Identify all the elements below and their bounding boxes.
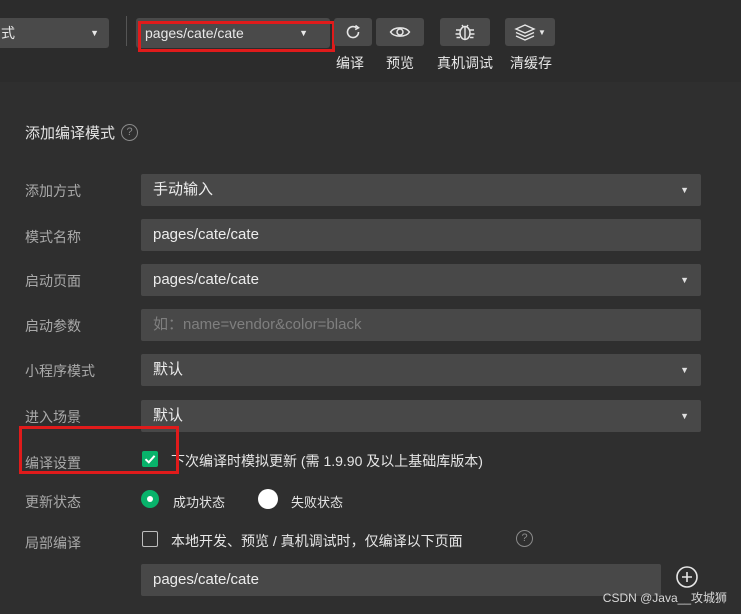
simulate-update-checkbox[interactable] xyxy=(142,451,158,467)
preview-label: 预览 xyxy=(386,55,414,71)
update-status-label: 更新状态 xyxy=(25,494,81,510)
radio-success[interactable] xyxy=(141,490,159,508)
mini-mode-label: 小程序模式 xyxy=(25,363,95,379)
start-page-label: 启动页面 xyxy=(25,273,81,289)
page-select-value: pages/cate/cate xyxy=(145,25,244,41)
add-circle-icon[interactable] xyxy=(675,565,699,589)
scene-select[interactable]: 默认 ▼ xyxy=(141,400,701,432)
section-title: 添加编译模式 ? xyxy=(25,122,139,143)
toolbar: 式 ▼ pages/cate/cate ▼ ▼ 编译 预览 真机调试 清缓存 xyxy=(0,0,741,82)
remote-debug-button[interactable] xyxy=(440,18,490,46)
refresh-icon xyxy=(346,24,360,39)
preview-button[interactable] xyxy=(376,18,424,46)
mode-name-input[interactable]: pages/cate/cate xyxy=(141,219,701,251)
mode-name-label: 模式名称 xyxy=(25,229,81,245)
radio-success-label: 成功状态 xyxy=(173,495,226,510)
mode-name-value: pages/cate/cate xyxy=(153,226,259,243)
start-page-value: pages/cate/cate xyxy=(153,271,259,288)
start-params-input[interactable]: 如：name=vendor&color=black xyxy=(141,309,701,341)
partial-compile-page-value: pages/cate/cate xyxy=(153,571,259,588)
scene-label: 进入场景 xyxy=(25,409,81,425)
clear-cache-button[interactable]: ▼ xyxy=(505,18,555,46)
chevron-down-icon: ▼ xyxy=(680,185,689,195)
compile-mode-select[interactable]: 式 ▼ xyxy=(0,18,109,48)
page-select[interactable]: pages/cate/cate ▼ xyxy=(136,18,330,48)
radio-fail[interactable] xyxy=(258,489,278,509)
mini-mode-value: 默认 xyxy=(153,361,184,378)
add-method-select[interactable]: 手动输入 ▼ xyxy=(141,174,701,206)
compile-mode-value: 式 xyxy=(1,25,15,41)
radio-fail-label: 失败状态 xyxy=(291,495,344,510)
chevron-down-icon: ▼ xyxy=(538,27,546,37)
toolbar-divider xyxy=(126,16,127,46)
add-method-label: 添加方式 xyxy=(25,183,81,199)
partial-compile-text: 本地开发、预览 / 真机调试时，仅编译以下页面 xyxy=(171,533,463,549)
simulate-update-text: 下次编译时模拟更新 (需 1.9.90 及以上基础库版本) xyxy=(171,453,483,469)
compile-label: 编译 xyxy=(336,55,364,71)
chevron-down-icon: ▼ xyxy=(680,411,689,421)
scene-value: 默认 xyxy=(153,407,184,424)
help-icon[interactable]: ? xyxy=(121,124,139,141)
mini-mode-select[interactable]: 默认 ▼ xyxy=(141,354,701,386)
bug-icon xyxy=(455,24,475,41)
clear-cache-label: 清缓存 xyxy=(510,55,552,71)
start-params-label: 启动参数 xyxy=(25,318,81,334)
add-method-value: 手动输入 xyxy=(153,181,214,198)
eye-icon xyxy=(389,27,411,37)
compile-button[interactable] xyxy=(334,18,372,46)
chevron-down-icon: ▼ xyxy=(90,28,99,38)
chevron-down-icon: ▼ xyxy=(680,275,689,285)
partial-compile-page-input[interactable]: pages/cate/cate xyxy=(141,564,661,596)
help-icon[interactable]: ? xyxy=(516,530,533,547)
partial-compile-checkbox[interactable] xyxy=(142,531,158,547)
watermark: CSDN @Java__攻城狮 xyxy=(602,591,727,605)
chevron-down-icon: ▼ xyxy=(680,365,689,375)
section-title-text: 添加编译模式 xyxy=(25,125,116,142)
partial-compile-label: 局部编译 xyxy=(25,535,81,551)
remote-debug-label: 真机调试 xyxy=(437,55,493,71)
layers-icon xyxy=(514,24,536,41)
compile-settings-label: 编译设置 xyxy=(25,455,81,471)
check-icon xyxy=(144,455,156,464)
start-params-placeholder: 如：name=vendor&color=black xyxy=(153,316,362,333)
start-page-select[interactable]: pages/cate/cate ▼ xyxy=(141,264,701,296)
chevron-down-icon: ▼ xyxy=(299,28,308,38)
